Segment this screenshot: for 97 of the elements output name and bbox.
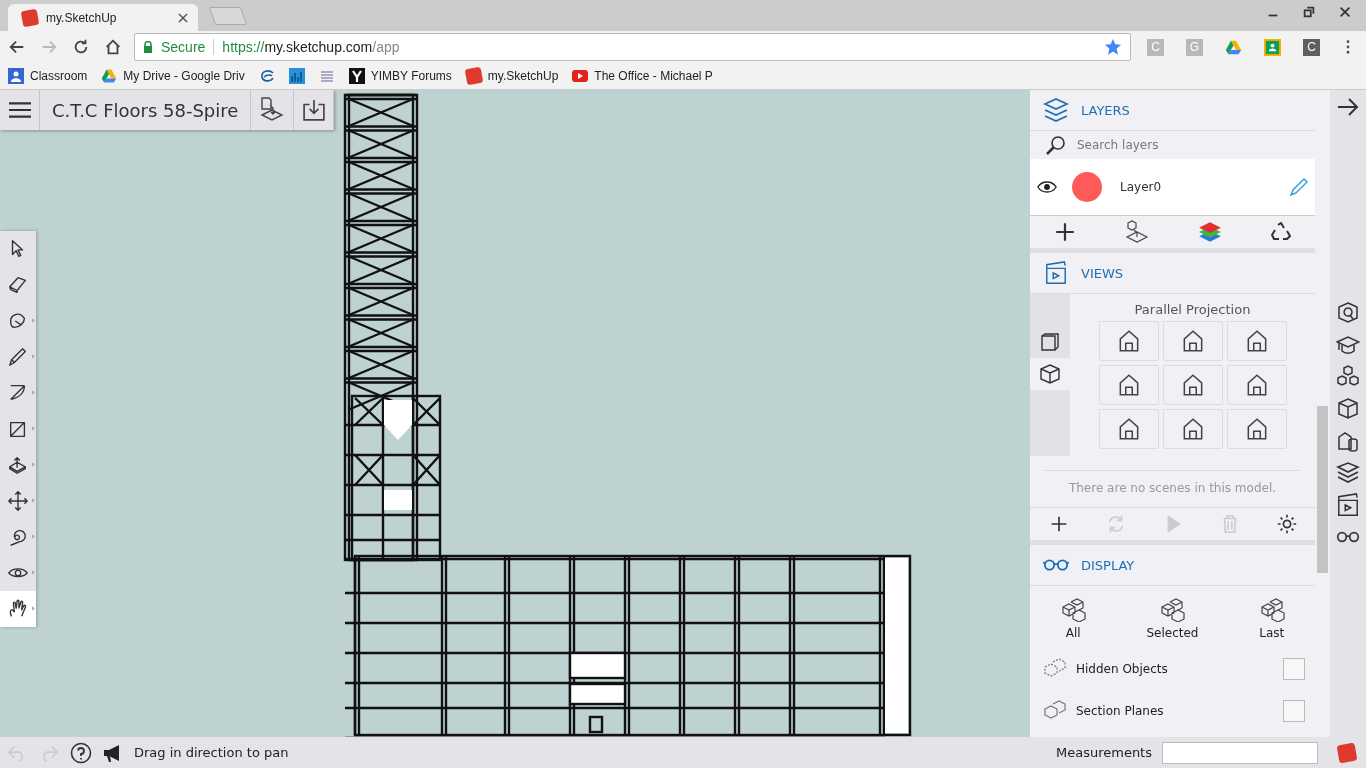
bookmark[interactable]: YIMBY Forums [348,68,452,84]
layers-icon [1043,98,1069,122]
cube-magnifier-icon[interactable] [1336,301,1360,325]
move-arrows-icon [7,490,29,512]
tool-button[interactable] [0,555,36,591]
view-button[interactable] [1226,321,1287,361]
person-icon [8,68,24,84]
layer-row[interactable]: Layer0 [1030,159,1315,216]
y-logo-icon [348,68,365,84]
view-button[interactable] [1162,409,1223,449]
drive-icon[interactable] [1225,38,1242,56]
more-menu-icon[interactable] [1346,40,1350,54]
bookmark-icon-button[interactable] [258,68,275,84]
option-label: Section Planes [1076,704,1164,718]
clapperboard-icon [1043,261,1069,285]
camera-tab[interactable] [1030,358,1070,390]
search-field[interactable]: Search layers [1075,137,1279,153]
drive-icon [101,68,118,84]
sketchup-logo-icon [464,66,484,86]
download-icon [302,99,325,121]
display-mode-button[interactable]: Selected [1140,596,1205,640]
swirl-icon [258,68,275,84]
status-hint: Drag in direction to pan [134,745,289,760]
view-button[interactable] [1098,365,1159,405]
bookmark[interactable]: My Drive - Google Driv [101,68,245,84]
reload-icon[interactable] [72,38,90,56]
checkbox[interactable] [1283,700,1305,722]
sketchup-logo-icon [20,8,40,27]
layer-color-dot[interactable] [1072,172,1102,202]
pencil-icon [7,346,29,368]
stacked-cubes-icon[interactable] [1336,365,1360,389]
tool-button[interactable] [0,591,36,627]
view-button[interactable] [1162,365,1223,405]
option-label: Hidden Objects [1076,662,1168,676]
scrollbar-thumb[interactable] [1317,406,1328,573]
layer-name: Layer0 [1120,180,1162,194]
pencil-icon[interactable] [1289,177,1309,197]
recycle-icon[interactable] [1271,222,1292,242]
extension-button[interactable]: C [1303,38,1320,56]
display-mode-button[interactable]: Last [1252,596,1291,640]
play-logo-icon [572,68,589,84]
tab-title: my.SketchUp [46,10,118,25]
view-button[interactable] [1226,365,1287,405]
panel-heading: DISPLAY [1081,557,1135,573]
view-button[interactable] [1098,409,1159,449]
cubes-icon [1060,596,1087,622]
gear-icon[interactable] [1275,513,1298,535]
cube-icon [1039,363,1061,385]
help-icon[interactable] [70,741,92,764]
tool-button[interactable] [0,231,36,267]
close-icon[interactable] [178,12,188,23]
measurements-field[interactable] [1162,741,1318,764]
secure-label: Secure [161,39,206,55]
plus-icon[interactable] [1053,221,1076,243]
close-icon[interactable] [1338,5,1352,19]
cube-icon[interactable] [1336,397,1360,421]
url-text: https://my.sketchup.com/app [222,39,400,55]
browser-tab[interactable]: my.SketchUp [8,4,198,31]
display-mode-button[interactable]: All [1054,596,1093,640]
stripes-icon [318,68,335,84]
bookmark[interactable]: The Office - Michael P [572,68,713,84]
import-button[interactable] [251,90,295,130]
panel-heading: LAYERS [1081,102,1130,118]
eraser-icon [7,274,29,296]
download-button[interactable] [294,90,335,130]
home-icon[interactable] [104,38,122,56]
address-bar[interactable]: Secure https://my.sketchup.com/app [134,33,1131,61]
menu-button[interactable] [0,90,40,130]
file-to-plane-icon [259,97,286,123]
restore-icon[interactable] [1302,5,1316,19]
push-pull-icon [7,454,29,476]
cylinders-icon[interactable] [1336,429,1360,453]
checkbox[interactable] [1283,658,1305,680]
classroom-icon[interactable] [1264,38,1281,56]
view-button[interactable] [1162,321,1223,361]
sketchup-logo-icon[interactable] [1336,742,1358,763]
projection-label: Parallel Projection [1134,302,1251,317]
clapperboard-icon[interactable] [1336,493,1360,517]
menu-icon [8,99,31,121]
graduation-cap-icon[interactable] [1336,333,1360,357]
model-viewport[interactable]: C.T.C Floors 58-Spire [0,90,1030,737]
search-icon [1045,134,1067,156]
lock-icon [143,41,153,53]
eye-icon[interactable] [1037,180,1057,194]
view-button[interactable] [1226,409,1287,449]
bookmark[interactable]: my.SketchUp [465,68,559,84]
bookmark-icon-button[interactable] [288,68,305,84]
view-button[interactable] [1098,321,1159,361]
bar-chart-icon [288,68,305,84]
panel-heading: VIEWS [1081,265,1124,281]
measurements-label: Measurements [1055,745,1152,760]
cubes-icon [1258,596,1285,622]
layers-icon[interactable] [1336,461,1360,485]
bookmark[interactable]: Classroom [8,68,88,84]
back-arrow-icon[interactable] [8,38,26,56]
cubes-icon [1159,596,1186,622]
star-icon[interactable] [1104,38,1122,56]
